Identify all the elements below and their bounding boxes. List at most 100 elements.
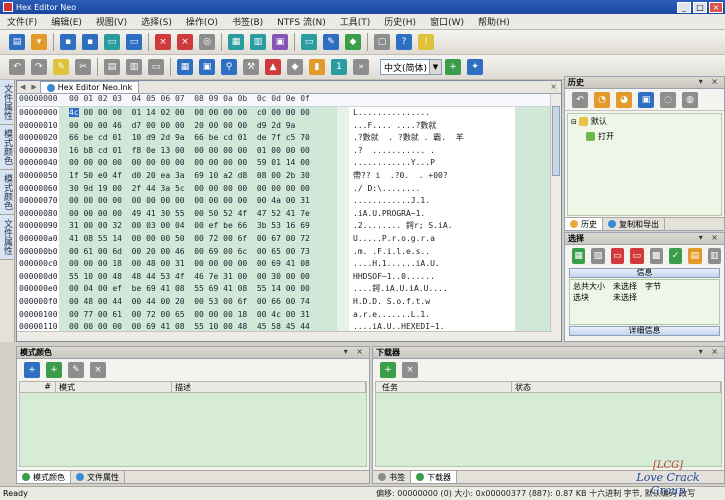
history-clear-icon[interactable]: ◌ xyxy=(660,91,676,108)
select-save-icon[interactable]: ▤ xyxy=(688,248,702,264)
row-ascii[interactable]: H.D.D. S.o.f.t.w xyxy=(349,295,515,309)
row-bytes[interactable]: 00 00 00 00 49 41 30 55 00 50 52 4f 47 5… xyxy=(59,207,337,221)
info-section-bar[interactable]: 信息 xyxy=(569,268,720,278)
monitor-icon[interactable]: ▭ xyxy=(301,34,317,50)
open-folder-icon[interactable]: ▾ xyxy=(31,34,47,50)
minimize-button[interactable]: _ xyxy=(677,1,691,13)
copy-icon[interactable]: ▤ xyxy=(104,59,120,75)
menu-operations[interactable]: 操作(O) xyxy=(179,15,225,28)
col-number[interactable]: # xyxy=(20,382,56,392)
menu-tools[interactable]: 工具(T) xyxy=(333,15,378,28)
delete-icon[interactable]: ▭ xyxy=(148,59,164,75)
hex-row[interactable]: 00000080 00 00 00 00 49 41 30 55 00 50 52… xyxy=(17,207,561,221)
col-status[interactable]: 状态 xyxy=(512,382,721,392)
hex-row[interactable]: 00000060 30 9d 19 00 2f 44 3a 5c 00 00 00… xyxy=(17,182,561,196)
menu-ntfs-streams[interactable]: NTFS 流(N) xyxy=(270,15,333,28)
chevron-down-icon[interactable]: ▼ xyxy=(429,60,441,74)
history-item-open[interactable]: 打开 xyxy=(568,129,721,144)
bookmark-icon[interactable]: ▲ xyxy=(265,59,281,75)
window-layout-icon[interactable]: ▦ xyxy=(228,34,244,50)
document-tab[interactable]: Hex Editor Neo.lnk xyxy=(39,81,140,93)
select-clear-icon[interactable]: ▭ xyxy=(630,248,644,264)
row-bytes[interactable]: 4c 00 00 00 01 14 02 00 00 00 00 00 c0 0… xyxy=(59,107,337,120)
horizontal-scrollbar[interactable] xyxy=(17,331,552,341)
insert-icon[interactable]: ▦ xyxy=(177,59,193,75)
lock-icon[interactable]: ▮ xyxy=(309,59,325,75)
row-bytes[interactable]: 00 61 00 6d 00 20 00 46 00 69 00 6c 00 6… xyxy=(59,245,337,259)
row-bytes[interactable]: 55 10 00 48 48 44 53 4f 46 7e 31 00 00 3… xyxy=(59,270,337,284)
pattern-add-icon[interactable]: + xyxy=(46,362,62,378)
hex-row[interactable]: 00000010 00 00 00 46 d7 00 00 00 20 00 00… xyxy=(17,119,561,133)
select-invert-icon[interactable]: ▩ xyxy=(649,248,663,264)
help-icon[interactable]: ? xyxy=(396,34,412,50)
fill-icon[interactable]: ▣ xyxy=(199,59,215,75)
col-task[interactable]: 任务 xyxy=(376,382,512,392)
hex-row[interactable]: 00000070 00 00 00 00 00 00 00 00 00 00 00… xyxy=(17,195,561,208)
row-ascii[interactable]: ....鍔.iA.U.iA.U.... xyxy=(349,283,515,296)
download-remove-icon[interactable]: × xyxy=(402,362,418,378)
row-ascii[interactable]: ....H.1......iA.U. xyxy=(349,258,515,271)
undo-icon[interactable]: ↶ xyxy=(9,59,25,75)
select-block-icon[interactable]: ▦ xyxy=(572,248,586,264)
downloader-grid[interactable] xyxy=(375,393,722,467)
panel-pin-close-icon[interactable]: ▾ × xyxy=(699,77,721,86)
tab-copy-export[interactable]: 复制和导出 xyxy=(603,218,665,230)
scrollbar-thumb[interactable] xyxy=(552,106,560,176)
close-file-icon[interactable]: × xyxy=(155,34,171,50)
row-bytes[interactable]: 00 77 00 61 00 72 00 65 00 00 00 18 00 4… xyxy=(59,308,337,322)
save-all-icon[interactable]: ▪ xyxy=(82,34,98,50)
edit-icon[interactable]: ✎ xyxy=(53,59,69,75)
tab-mode-color[interactable]: 模式颜色 xyxy=(17,471,71,483)
select-range-icon[interactable]: ▭ xyxy=(610,248,625,264)
about-icon[interactable]: ▢ xyxy=(374,34,390,50)
panel-pin-close-icon[interactable]: ▾ × xyxy=(699,233,721,242)
row-bytes[interactable]: 41 08 55 14 00 00 00 50 00 72 00 6f 00 6… xyxy=(59,232,337,246)
bits-icon[interactable]: 1 xyxy=(331,59,347,75)
history-root-node[interactable]: ⊟ 默认 xyxy=(568,114,721,129)
print-preview-icon[interactable]: ▭ xyxy=(126,34,142,50)
row-bytes[interactable]: 00 00 00 00 00 00 00 00 00 00 00 00 59 0… xyxy=(59,157,337,170)
row-bytes[interactable]: 00 00 00 18 00 48 00 31 00 00 00 00 00 6… xyxy=(59,258,337,271)
hex-row[interactable]: 000000f0 00 48 00 44 00 44 00 20 00 53 00… xyxy=(17,295,561,309)
menu-select[interactable]: 选择(S) xyxy=(134,15,179,28)
save-icon[interactable]: ▪ xyxy=(60,34,76,50)
row-bytes[interactable]: 00 00 00 46 d7 00 00 00 20 00 00 00 d9 2… xyxy=(59,119,337,133)
history-back-icon[interactable]: ↶ xyxy=(572,91,588,108)
new-file-icon[interactable]: ▤ xyxy=(9,34,25,50)
row-bytes[interactable]: 16 b8 cd 01 f8 0e 13 00 00 00 00 00 01 0… xyxy=(59,144,337,158)
side-tab-file-properties[interactable]: 文件属性 xyxy=(0,80,14,125)
row-ascii[interactable]: .m. .F.i.l.e.s.. xyxy=(349,245,515,259)
replace-icon[interactable]: ⚒ xyxy=(243,59,259,75)
encoding-add-icon[interactable]: + xyxy=(445,59,461,75)
menu-history[interactable]: 历史(H) xyxy=(377,15,423,28)
row-ascii[interactable]: U.....P.r.o.g.r.a xyxy=(349,232,515,246)
row-ascii[interactable]: ............Y...P xyxy=(349,157,515,170)
history-step-icon[interactable]: ◕ xyxy=(616,91,632,108)
panel-pin-close-icon[interactable]: ▾ × xyxy=(699,347,721,356)
pattern-edit-icon[interactable]: ✎ xyxy=(68,362,84,378)
pattern-new-icon[interactable]: + xyxy=(24,362,40,378)
row-ascii[interactable]: ...F.... ....?數就 xyxy=(349,119,515,133)
hex-row[interactable]: 000000d0 55 10 00 48 48 44 53 4f 46 7e 31… xyxy=(17,270,561,284)
split-view-icon[interactable]: ▥ xyxy=(250,34,266,50)
row-bytes[interactable]: 66 be cd 01 10 d9 2d 9a 66 be cd 01 de 7… xyxy=(59,132,337,145)
hex-row[interactable]: 00000030 16 b8 cd 01 f8 0e 13 00 00 00 00… xyxy=(17,144,561,158)
row-bytes[interactable]: 00 00 00 00 00 00 00 00 00 00 00 00 00 4… xyxy=(59,195,337,208)
row-ascii[interactable]: .2........ 鍔r; S.iA. xyxy=(349,220,515,233)
row-bytes[interactable]: 30 9d 19 00 2f 44 3a 5c 00 00 00 00 00 0… xyxy=(59,182,337,196)
shapes-icon[interactable]: ◆ xyxy=(287,59,303,75)
maximize-button[interactable]: □ xyxy=(693,1,707,13)
select-none-icon[interactable]: ▧ xyxy=(591,248,605,264)
row-bytes[interactable]: 00 04 00 ef be 69 41 08 55 69 41 08 55 1… xyxy=(59,283,337,296)
row-ascii[interactable]: .?數就 . ?數就 . 霸. 羊 xyxy=(349,132,515,145)
menu-view[interactable]: 视图(V) xyxy=(89,15,134,28)
row-ascii[interactable]: HHDSOF~1..0...... xyxy=(349,270,515,284)
hex-row[interactable]: 000000b0 00 61 00 6d 00 20 00 46 00 69 00… xyxy=(17,245,561,259)
panel-pin-close-icon[interactable]: ▾ × xyxy=(344,347,366,356)
hex-row[interactable]: 00000090 31 00 00 32 00 03 00 04 00 ef be… xyxy=(17,220,561,233)
hex-rows[interactable]: 00000000 4c 00 00 00 01 14 02 00 00 00 00… xyxy=(17,107,561,341)
hex-row[interactable]: 000000e0 00 04 00 ef be 69 41 08 55 69 41… xyxy=(17,283,561,296)
row-bytes[interactable]: 1f 50 e0 4f d0 20 ea 3a 69 10 a2 d8 08 0… xyxy=(59,169,337,183)
mode-color-grid[interactable] xyxy=(19,393,367,467)
pattern-delete-icon[interactable]: × xyxy=(90,362,106,378)
